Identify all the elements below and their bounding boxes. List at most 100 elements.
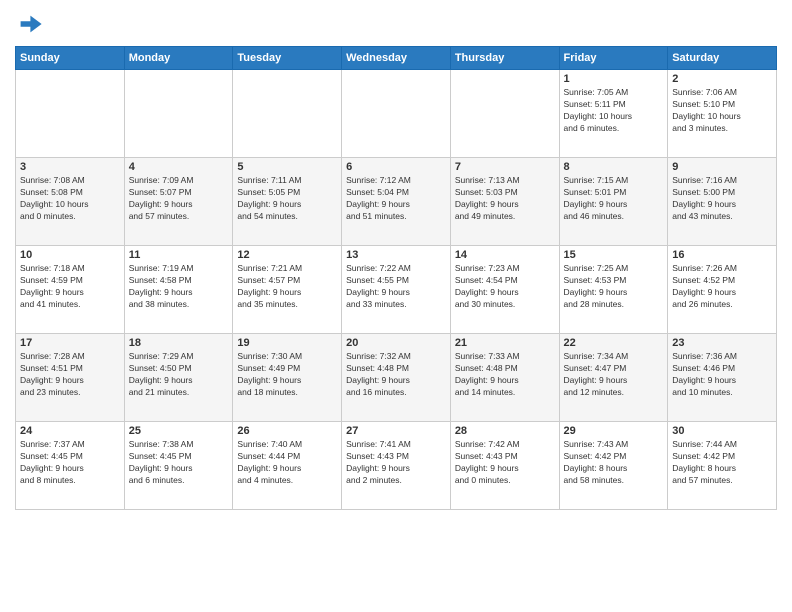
calendar-cell [124, 70, 233, 158]
calendar-cell: 16 Sunrise: 7:26 AM Sunset: 4:52 PM Dayli… [668, 246, 777, 334]
calendar-cell: 25 Sunrise: 7:38 AM Sunset: 4:45 PM Dayli… [124, 422, 233, 510]
day-info: Sunrise: 7:19 AM Sunset: 4:58 PM Dayligh… [129, 263, 229, 311]
day-info: Sunrise: 7:36 AM Sunset: 4:46 PM Dayligh… [672, 351, 772, 399]
day-number: 7 [455, 161, 555, 173]
day-number: 9 [672, 161, 772, 173]
weekday-header-friday: Friday [559, 47, 668, 70]
day-info: Sunrise: 7:22 AM Sunset: 4:55 PM Dayligh… [346, 263, 446, 311]
day-number: 26 [237, 425, 337, 437]
calendar-cell: 23 Sunrise: 7:36 AM Sunset: 4:46 PM Dayli… [668, 334, 777, 422]
logo-icon [15, 10, 43, 38]
calendar-cell: 12 Sunrise: 7:21 AM Sunset: 4:57 PM Dayli… [233, 246, 342, 334]
calendar-cell: 13Sunrise: 7:22 AM Sunset: 4:55 PM Dayli… [342, 246, 451, 334]
calendar-cell: 26Sunrise: 7:40 AM Sunset: 4:44 PM Dayli… [233, 422, 342, 510]
calendar-week-3: 10Sunrise: 7:18 AM Sunset: 4:59 PM Dayli… [16, 246, 777, 334]
day-info: Sunrise: 7:32 AM Sunset: 4:48 PM Dayligh… [346, 351, 446, 399]
calendar-cell: 3 Sunrise: 7:08 AM Sunset: 5:08 PM Daylig… [16, 158, 125, 246]
day-info: Sunrise: 7:08 AM Sunset: 5:08 PM Dayligh… [20, 175, 120, 223]
calendar-cell [233, 70, 342, 158]
calendar-cell: 19 Sunrise: 7:30 AM Sunset: 4:49 PM Dayli… [233, 334, 342, 422]
calendar-cell: 6 Sunrise: 7:12 AM Sunset: 5:04 PM Daylig… [342, 158, 451, 246]
calendar-cell [450, 70, 559, 158]
day-number: 22 [564, 337, 664, 349]
day-info: Sunrise: 7:41 AM Sunset: 4:43 PM Dayligh… [346, 439, 446, 487]
day-info: Sunrise: 7:12 AM Sunset: 5:04 PM Dayligh… [346, 175, 446, 223]
calendar-cell: 11 Sunrise: 7:19 AM Sunset: 4:58 PM Dayli… [124, 246, 233, 334]
calendar-cell: 20 Sunrise: 7:32 AM Sunset: 4:48 PM Dayli… [342, 334, 451, 422]
weekday-header-thursday: Thursday [450, 47, 559, 70]
calendar-cell: 9 Sunrise: 7:16 AM Sunset: 5:00 PM Daylig… [668, 158, 777, 246]
day-info: Sunrise: 7:37 AM Sunset: 4:45 PM Dayligh… [20, 439, 120, 487]
day-number: 17 [20, 337, 120, 349]
calendar-week-5: 24 Sunrise: 7:37 AM Sunset: 4:45 PM Dayli… [16, 422, 777, 510]
calendar-cell: 1 Sunrise: 7:05 AM Sunset: 5:11 PM Daylig… [559, 70, 668, 158]
day-info: Sunrise: 7:30 AM Sunset: 4:49 PM Dayligh… [237, 351, 337, 399]
day-number: 20 [346, 337, 446, 349]
calendar-week-4: 17 Sunrise: 7:28 AM Sunset: 4:51 PM Dayli… [16, 334, 777, 422]
day-number: 8 [564, 161, 664, 173]
calendar-cell: 17 Sunrise: 7:28 AM Sunset: 4:51 PM Dayli… [16, 334, 125, 422]
day-number: 28 [455, 425, 555, 437]
day-number: 30 [672, 425, 772, 437]
day-info: Sunrise: 7:33 AM Sunset: 4:48 PM Dayligh… [455, 351, 555, 399]
day-number: 16 [672, 249, 772, 261]
calendar-table: SundayMondayTuesdayWednesdayThursdayFrid… [15, 46, 777, 510]
calendar-week-1: 1 Sunrise: 7:05 AM Sunset: 5:11 PM Daylig… [16, 70, 777, 158]
day-number: 24 [20, 425, 120, 437]
day-number: 18 [129, 337, 229, 349]
day-info: Sunrise: 7:21 AM Sunset: 4:57 PM Dayligh… [237, 263, 337, 311]
day-number: 29 [564, 425, 664, 437]
day-number: 3 [20, 161, 120, 173]
day-info: Sunrise: 7:11 AM Sunset: 5:05 PM Dayligh… [237, 175, 337, 223]
day-number: 23 [672, 337, 772, 349]
day-number: 6 [346, 161, 446, 173]
day-info: Sunrise: 7:44 AM Sunset: 4:42 PM Dayligh… [672, 439, 772, 487]
calendar-cell: 10Sunrise: 7:18 AM Sunset: 4:59 PM Dayli… [16, 246, 125, 334]
day-info: Sunrise: 7:18 AM Sunset: 4:59 PM Dayligh… [20, 263, 120, 311]
day-info: Sunrise: 7:23 AM Sunset: 4:54 PM Dayligh… [455, 263, 555, 311]
day-info: Sunrise: 7:09 AM Sunset: 5:07 PM Dayligh… [129, 175, 229, 223]
calendar-cell: 18 Sunrise: 7:29 AM Sunset: 4:50 PM Dayli… [124, 334, 233, 422]
day-info: Sunrise: 7:26 AM Sunset: 4:52 PM Dayligh… [672, 263, 772, 311]
day-number: 1 [564, 73, 664, 85]
header [15, 10, 777, 38]
logo [15, 10, 47, 38]
weekday-header-wednesday: Wednesday [342, 47, 451, 70]
calendar-body: 1 Sunrise: 7:05 AM Sunset: 5:11 PM Daylig… [16, 70, 777, 510]
day-info: Sunrise: 7:16 AM Sunset: 5:00 PM Dayligh… [672, 175, 772, 223]
day-info: Sunrise: 7:38 AM Sunset: 4:45 PM Dayligh… [129, 439, 229, 487]
calendar-header: SundayMondayTuesdayWednesdayThursdayFrid… [16, 47, 777, 70]
day-info: Sunrise: 7:29 AM Sunset: 4:50 PM Dayligh… [129, 351, 229, 399]
calendar-cell [342, 70, 451, 158]
day-number: 25 [129, 425, 229, 437]
day-number: 2 [672, 73, 772, 85]
day-info: Sunrise: 7:43 AM Sunset: 4:42 PM Dayligh… [564, 439, 664, 487]
calendar-cell: 28 Sunrise: 7:42 AM Sunset: 4:43 PM Dayli… [450, 422, 559, 510]
day-number: 11 [129, 249, 229, 261]
day-number: 15 [564, 249, 664, 261]
calendar-cell: 8 Sunrise: 7:15 AM Sunset: 5:01 PM Daylig… [559, 158, 668, 246]
weekday-header-sunday: Sunday [16, 47, 125, 70]
calendar-cell: 24 Sunrise: 7:37 AM Sunset: 4:45 PM Dayli… [16, 422, 125, 510]
day-number: 5 [237, 161, 337, 173]
day-number: 12 [237, 249, 337, 261]
day-number: 19 [237, 337, 337, 349]
day-info: Sunrise: 7:34 AM Sunset: 4:47 PM Dayligh… [564, 351, 664, 399]
weekday-header-tuesday: Tuesday [233, 47, 342, 70]
day-info: Sunrise: 7:42 AM Sunset: 4:43 PM Dayligh… [455, 439, 555, 487]
calendar-cell: 4Sunrise: 7:09 AM Sunset: 5:07 PM Daylig… [124, 158, 233, 246]
calendar-cell: 22 Sunrise: 7:34 AM Sunset: 4:47 PM Dayli… [559, 334, 668, 422]
day-info: Sunrise: 7:15 AM Sunset: 5:01 PM Dayligh… [564, 175, 664, 223]
day-number: 21 [455, 337, 555, 349]
day-info: Sunrise: 7:13 AM Sunset: 5:03 PM Dayligh… [455, 175, 555, 223]
day-number: 27 [346, 425, 446, 437]
day-info: Sunrise: 7:05 AM Sunset: 5:11 PM Dayligh… [564, 87, 664, 135]
calendar-cell: 27 Sunrise: 7:41 AM Sunset: 4:43 PM Dayli… [342, 422, 451, 510]
calendar-cell: 14 Sunrise: 7:23 AM Sunset: 4:54 PM Dayli… [450, 246, 559, 334]
day-number: 14 [455, 249, 555, 261]
day-info: Sunrise: 7:06 AM Sunset: 5:10 PM Dayligh… [672, 87, 772, 135]
calendar-cell: 15Sunrise: 7:25 AM Sunset: 4:53 PM Dayli… [559, 246, 668, 334]
weekday-header-monday: Monday [124, 47, 233, 70]
calendar-cell: 5 Sunrise: 7:11 AM Sunset: 5:05 PM Daylig… [233, 158, 342, 246]
day-info: Sunrise: 7:28 AM Sunset: 4:51 PM Dayligh… [20, 351, 120, 399]
